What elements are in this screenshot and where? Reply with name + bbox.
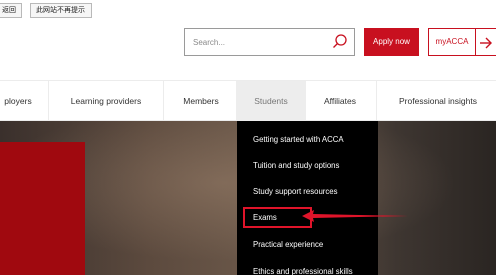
nav-divider — [48, 81, 49, 121]
browser-prompt-bar: 返回 此网站不再提示 — [0, 0, 496, 22]
main-nav: ployers Learning providers Members Stude… — [0, 80, 496, 121]
back-button[interactable]: 返回 — [0, 3, 22, 18]
menu-item-getting-started[interactable]: Getting started with ACCA — [253, 135, 344, 144]
search-icon[interactable] — [331, 33, 349, 51]
dont-show-again-button[interactable]: 此网站不再提示 — [30, 3, 92, 18]
apply-now-button[interactable]: Apply now — [364, 28, 419, 56]
nav-item-employers[interactable]: ployers — [0, 81, 40, 121]
annotation-arrow-icon — [302, 210, 408, 222]
menu-item-ethics[interactable]: Ethics and professional skills — [253, 267, 353, 275]
nav-item-affiliates[interactable]: Affiliates — [308, 81, 372, 121]
search-box — [184, 28, 355, 56]
site-header: Apply now myACCA — [0, 22, 496, 80]
hero-red-panel — [0, 142, 85, 275]
menu-item-tuition[interactable]: Tuition and study options — [253, 161, 339, 170]
myacca-button[interactable]: myACCA — [428, 28, 476, 56]
nav-item-learning-providers[interactable]: Learning providers — [56, 81, 156, 121]
nav-item-professional-insights[interactable]: Professional insights — [384, 81, 492, 121]
search-input[interactable] — [193, 35, 333, 49]
nav-item-students[interactable]: Students — [236, 81, 306, 121]
nav-item-members[interactable]: Members — [168, 81, 234, 121]
nav-divider — [163, 81, 164, 121]
login-arrow-button[interactable] — [476, 28, 496, 56]
nav-divider — [376, 81, 377, 121]
arrow-right-icon — [480, 37, 492, 49]
students-dropdown-menu: Getting started with ACCA Tuition and st… — [237, 121, 378, 275]
menu-item-practical-experience[interactable]: Practical experience — [253, 240, 323, 249]
menu-item-study-support[interactable]: Study support resources — [253, 187, 338, 196]
